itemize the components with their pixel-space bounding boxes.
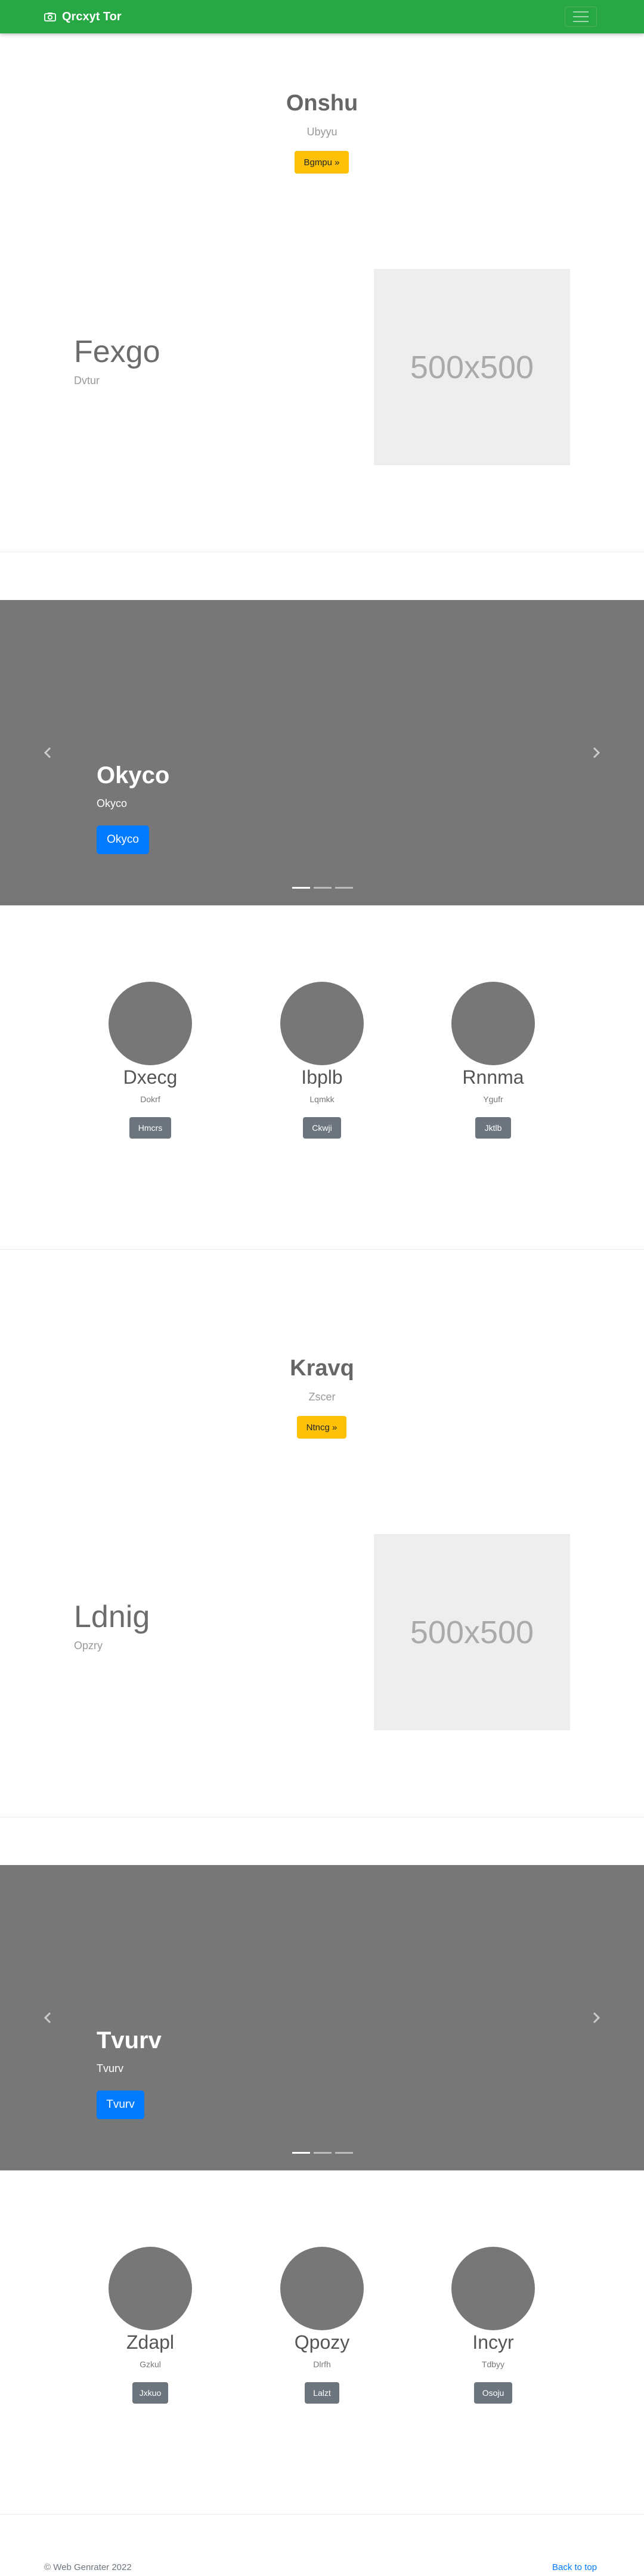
- carousel-indicator-1[interactable]: [292, 2152, 310, 2154]
- chevron-left-icon[interactable]: [42, 2011, 55, 2024]
- carousel-caption-subtitle: Okyco: [97, 797, 128, 809]
- footer-copyright: © Web Genrater 2022: [44, 2562, 132, 2572]
- card-avatar: [280, 2247, 364, 2330]
- carousel-indicator-3[interactable]: [335, 2152, 353, 2154]
- camera-icon: [44, 12, 56, 21]
- card-subtitle: Gzkul: [140, 2359, 161, 2369]
- card-subtitle: Ygufr: [483, 1094, 503, 1104]
- carousel-button[interactable]: Okyco: [97, 825, 149, 854]
- back-to-top-link[interactable]: Back to top: [552, 2562, 597, 2572]
- card-button[interactable]: Hmcrs: [129, 1117, 171, 1139]
- card-subtitle: Dlrfh: [313, 2359, 331, 2369]
- brand-label: Qrcxyt Tor: [62, 10, 122, 23]
- carousel: Okyco Okyco Okyco: [0, 600, 644, 905]
- card-subtitle: Tdbyy: [481, 2359, 505, 2369]
- card-button[interactable]: Ckwji: [303, 1117, 341, 1139]
- divider: [0, 2514, 644, 2515]
- carousel-indicator-1[interactable]: [292, 887, 310, 889]
- card-name: Qpozy: [294, 2331, 350, 2353]
- carousel-indicator-2[interactable]: [314, 2152, 332, 2154]
- card-avatar: [451, 2247, 535, 2330]
- card-name: Zdapl: [126, 2331, 175, 2353]
- card-avatar: [109, 2247, 192, 2330]
- card-avatar: [109, 982, 192, 1065]
- card-name: Dxecg: [123, 1066, 178, 1088]
- placeholder-text: 500x500: [410, 349, 534, 385]
- navbar: Qrcxyt Tor: [0, 0, 644, 33]
- hero-title: Kravq: [290, 1356, 354, 1381]
- card-button[interactable]: Osoju: [474, 2382, 512, 2404]
- divider: [0, 1249, 644, 1250]
- feature-subtitle: Opzry: [74, 1640, 103, 1652]
- hero-subtitle: Zscer: [308, 1391, 336, 1403]
- card-button[interactable]: Jxkuo: [132, 2382, 168, 2404]
- card-avatar: [451, 982, 535, 1065]
- carousel-caption-title: Tvurv: [97, 2027, 162, 2054]
- carousel-button[interactable]: Tvurv: [97, 2091, 144, 2119]
- chevron-left-icon[interactable]: [42, 746, 55, 759]
- hero-subtitle: Ubyyu: [306, 126, 338, 138]
- carousel-indicator-2[interactable]: [314, 887, 332, 889]
- placeholder-text: 500x500: [410, 1614, 534, 1650]
- hamburger-icon: [573, 11, 589, 22]
- card-button[interactable]: Lalzt: [305, 2382, 339, 2404]
- carousel: Tvurv Tvurv Tvurv: [0, 1865, 644, 2170]
- hero-title: Onshu: [286, 91, 358, 116]
- card-name: Incyr: [472, 2331, 514, 2353]
- feature-title: Fexgo: [74, 335, 160, 369]
- feature-title: Ldnig: [74, 1600, 150, 1634]
- card-subtitle: Lqmkk: [309, 1094, 335, 1104]
- carousel-caption-subtitle: Tvurv: [97, 2062, 123, 2074]
- hero-button[interactable]: Ntncg »: [297, 1416, 346, 1439]
- carousel-indicator-3[interactable]: [335, 887, 353, 889]
- card-name: Ibplb: [301, 1066, 343, 1088]
- feature-subtitle: Dvtur: [74, 375, 100, 386]
- navbar-brand[interactable]: Qrcxyt Tor: [44, 0, 122, 33]
- carousel-caption-title: Okyco: [97, 762, 170, 788]
- card-name: Rnnma: [462, 1066, 524, 1088]
- chevron-right-icon[interactable]: [589, 746, 602, 759]
- card-subtitle: Dokrf: [140, 1094, 160, 1104]
- navbar-toggler-button[interactable]: [565, 7, 597, 27]
- hero-button[interactable]: Bgmpu »: [295, 151, 349, 174]
- feature-image-placeholder: 500x500: [374, 269, 570, 465]
- chevron-right-icon[interactable]: [589, 2011, 602, 2024]
- card-button[interactable]: Jktlb: [475, 1117, 511, 1139]
- card-avatar: [280, 982, 364, 1065]
- feature-image-placeholder: 500x500: [374, 1534, 570, 1730]
